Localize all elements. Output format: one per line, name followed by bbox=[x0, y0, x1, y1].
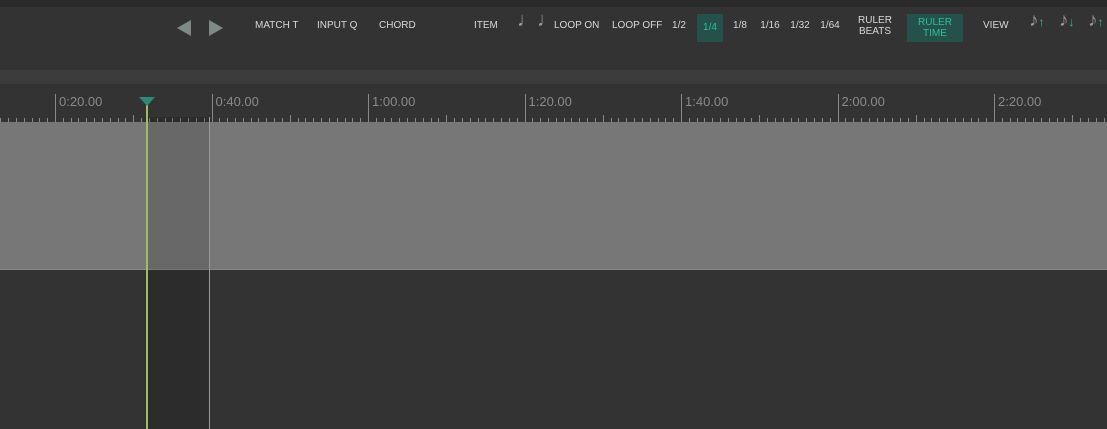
next-icon[interactable] bbox=[208, 19, 224, 37]
minor-tick bbox=[602, 115, 604, 122]
major-tick bbox=[994, 94, 995, 122]
grid-1-32[interactable]: 1/32 bbox=[787, 20, 813, 31]
minor-tick bbox=[915, 115, 917, 122]
ruler-label: 2:20.00 bbox=[998, 94, 1042, 109]
playhead[interactable] bbox=[146, 104, 148, 429]
loop-region[interactable] bbox=[147, 117, 210, 429]
major-tick bbox=[55, 94, 56, 122]
note-down-icon[interactable]: ♪↓ bbox=[1059, 11, 1075, 30]
note-up-icon[interactable]: ♪↑ bbox=[1029, 11, 1045, 30]
top-strip bbox=[0, 0, 1107, 7]
ruler-beats-button[interactable]: RULER BEATS bbox=[855, 15, 895, 37]
major-tick bbox=[837, 94, 839, 122]
previous-icon[interactable] bbox=[176, 19, 192, 37]
input-q-button[interactable]: INPUT Q bbox=[317, 20, 357, 31]
minor-tick bbox=[446, 115, 448, 122]
notes-icon[interactable]: ♩♩ bbox=[517, 10, 557, 30]
grid-1-2[interactable]: 1/2 bbox=[667, 20, 691, 31]
ruler-label: 1:20.00 bbox=[528, 94, 572, 109]
ruler-time-button[interactable]: RULER TIME bbox=[907, 14, 963, 42]
sub-bar bbox=[0, 70, 1107, 84]
ruler-label: 1:00.00 bbox=[372, 94, 416, 109]
view-button[interactable]: VIEW bbox=[983, 20, 1009, 31]
ruler-label: 2:00.00 bbox=[841, 94, 885, 109]
loop-on-button[interactable]: LOOP ON bbox=[554, 20, 599, 31]
ruler-label: 0:20.00 bbox=[59, 94, 103, 109]
minor-tick bbox=[289, 115, 291, 122]
ruler-label: 1:40.00 bbox=[685, 94, 729, 109]
major-tick bbox=[524, 94, 526, 122]
minor-tick bbox=[1072, 115, 1074, 122]
minor-tick bbox=[759, 115, 761, 122]
item-button[interactable]: ITEM bbox=[474, 20, 498, 31]
match-t-button[interactable]: MATCH T bbox=[255, 20, 299, 31]
major-tick bbox=[681, 94, 682, 122]
ruler-time-line1: RULER bbox=[918, 17, 952, 28]
ruler-beats-line2: BEATS bbox=[858, 26, 892, 37]
loop-off-button[interactable]: LOOP OFF bbox=[612, 20, 662, 31]
ruler-time-line2: TIME bbox=[923, 28, 947, 39]
grid-1-64[interactable]: 1/64 bbox=[817, 20, 843, 31]
grid-1-8[interactable]: 1/8 bbox=[729, 20, 751, 31]
ruler-label: 0:40.00 bbox=[215, 94, 259, 109]
chord-button[interactable]: CHORD bbox=[379, 20, 416, 31]
grid-1-16[interactable]: 1/16 bbox=[757, 20, 783, 31]
minor-tick bbox=[133, 115, 135, 122]
grid-1-4[interactable]: 1/4 bbox=[697, 14, 723, 42]
major-tick bbox=[368, 94, 369, 122]
playhead-marker-icon[interactable] bbox=[139, 97, 155, 106]
note-up-beat-icon[interactable]: ♪↑ bbox=[1088, 11, 1104, 30]
major-tick bbox=[211, 94, 213, 122]
ruler-beats-line1: RULER bbox=[858, 15, 892, 26]
toolbar: MATCH T INPUT Q CHORD ITEM ♩♩ LOOP ON LO… bbox=[0, 7, 1107, 70]
